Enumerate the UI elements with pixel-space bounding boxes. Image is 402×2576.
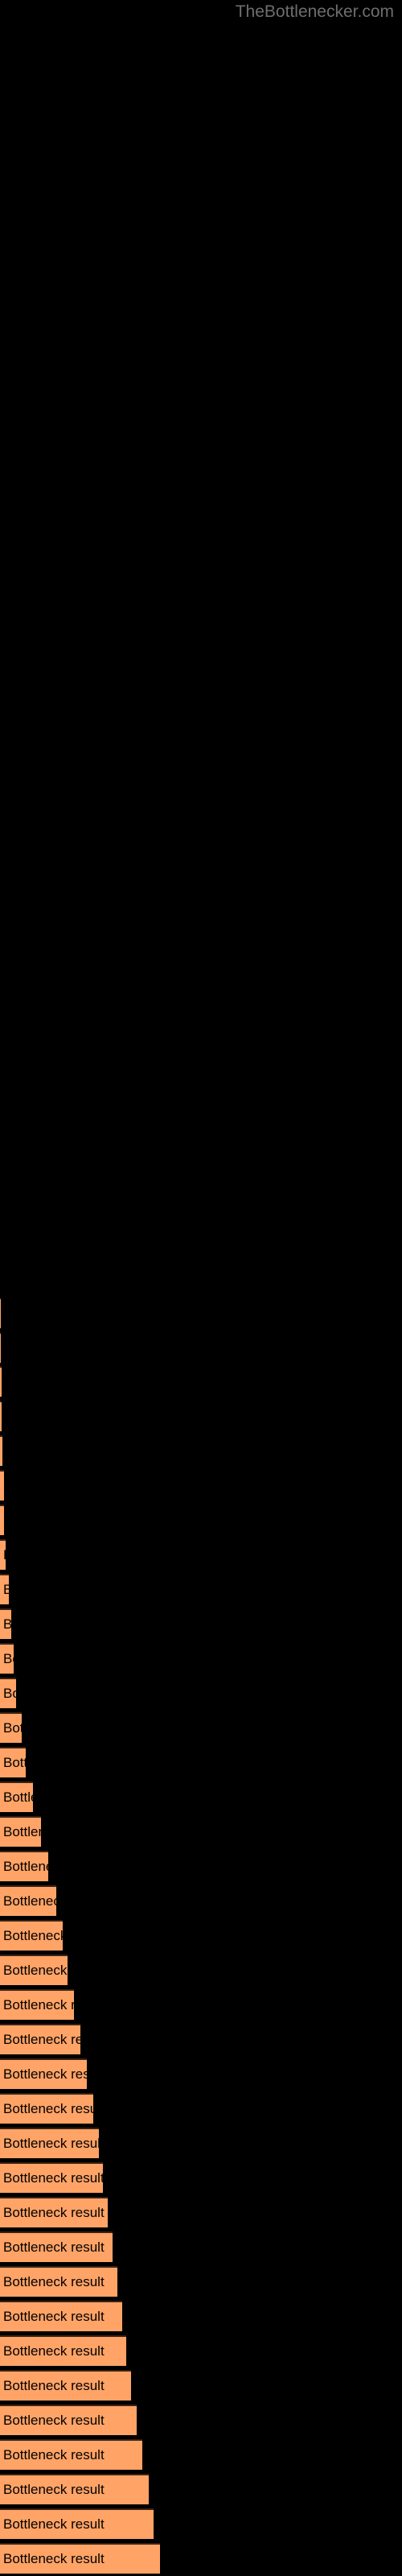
bar: Bottleneck result	[0, 2370, 131, 2401]
bar: Bottleneck result	[0, 1781, 33, 1812]
bar-label: Bottleneck result	[3, 1928, 63, 1943]
bar-label: Bottleneck result	[3, 2516, 105, 2532]
bar: Bottleneck result	[0, 1747, 26, 1777]
bar: Bottleneck result	[0, 1885, 56, 1916]
bar: Bottleneck result	[0, 1401, 2, 1431]
bar: Bottleneck result	[0, 1608, 11, 1639]
bar: Bottleneck result	[0, 2405, 137, 2435]
bar: Bottleneck result	[0, 2197, 108, 2227]
bar-label: Bottleneck result	[3, 2482, 105, 2497]
bar: Bottleneck result	[0, 2301, 122, 2331]
bar: Bottleneck result	[0, 1366, 2, 1397]
bar-label: Bottleneck result	[3, 1824, 41, 1839]
bar: Bottleneck result	[0, 1574, 9, 1604]
bar: Bottleneck result	[0, 2266, 117, 2297]
bar: Bottleneck result	[0, 2024, 80, 2054]
bar-label: Bottleneck result	[3, 2240, 105, 2255]
bar-label: Bottleneck result	[3, 2378, 105, 2393]
bar-label: Bottleneck result	[3, 1720, 22, 1736]
bar: Bottleneck result	[0, 2162, 103, 2193]
bar-label: Bottleneck result	[3, 1790, 33, 1805]
bar: Bottleneck result	[0, 1505, 4, 1535]
bar: Bottleneck result	[0, 1332, 1, 1363]
bar-label: Bottleneck result	[3, 1651, 14, 1666]
bar: Bottleneck result	[0, 2508, 154, 2539]
bar: Bottleneck result	[0, 1435, 2, 1466]
bar: Bottleneck result	[0, 1712, 22, 1743]
bar: Bottleneck result	[0, 2439, 142, 2470]
bar: Bottleneck result	[0, 1678, 16, 1708]
bar-label: Bottleneck result	[3, 1513, 4, 1529]
bar: Bottleneck result	[0, 1955, 68, 1985]
bar-label: Bottleneck result	[3, 2066, 87, 2082]
bar-label: Bottleneck result	[3, 2309, 105, 2324]
bar: Bottleneck result	[0, 1539, 6, 1570]
bar: Bottleneck result	[0, 2335, 126, 2366]
bar: Bottleneck result	[0, 1470, 4, 1501]
bar-label: Bottleneck result	[3, 2136, 99, 2151]
bar: Bottleneck result	[0, 1851, 48, 1881]
bar-series: Bottleneck result Bottleneck result Bottle…	[0, 0, 402, 2576]
bar-label: Bottleneck result	[3, 1997, 74, 2013]
bar-label: Bottleneck result	[3, 1547, 6, 1563]
bar: Bottleneck result	[0, 1920, 63, 1951]
bar: Bottleneck result	[0, 1643, 14, 1674]
bar: Bottleneck result	[0, 2058, 87, 2089]
bar: Bottleneck result	[0, 2543, 160, 2574]
bar-label: Bottleneck result	[3, 1686, 16, 1701]
bar-label: Bottleneck result	[3, 1859, 48, 1874]
bar: Bottleneck result	[0, 2128, 99, 2158]
bar: Bottleneck result	[0, 1816, 41, 1847]
bar-label: Bottleneck result	[3, 2551, 105, 2566]
bar-label: Bottleneck result	[3, 1478, 4, 1494]
bar: Bottleneck result	[0, 2093, 93, 2124]
bar-label: Bottleneck result	[3, 1963, 68, 1978]
bar-label: Bottleneck result	[3, 2170, 103, 2186]
bar-label: Bottleneck result	[3, 2205, 105, 2220]
bar: Bottleneck result	[0, 1989, 74, 2020]
bar: Bottleneck result	[0, 2231, 113, 2262]
bar-label: Bottleneck result	[3, 1893, 56, 1909]
bar-label: Bottleneck result	[3, 2032, 80, 2047]
bar-label: Bottleneck result	[3, 2447, 105, 2462]
bar-label: Bottleneck result	[3, 1582, 9, 1598]
bar-label: Bottleneck result	[3, 2413, 105, 2428]
bar: Bottleneck result	[0, 1298, 1, 1328]
bar-label: Bottleneck result	[3, 1616, 11, 1633]
bar-label: Bottleneck result	[3, 2101, 93, 2116]
bottleneck-chart: TheBottlenecker.com Bottleneck resultBot…	[0, 0, 402, 2576]
bar-label: Bottleneck result	[3, 2274, 105, 2289]
bar: Bottleneck result	[0, 2474, 149, 2504]
bar-label: Bottleneck result	[3, 1755, 26, 1770]
bar-label: Bottleneck result	[3, 2343, 105, 2359]
